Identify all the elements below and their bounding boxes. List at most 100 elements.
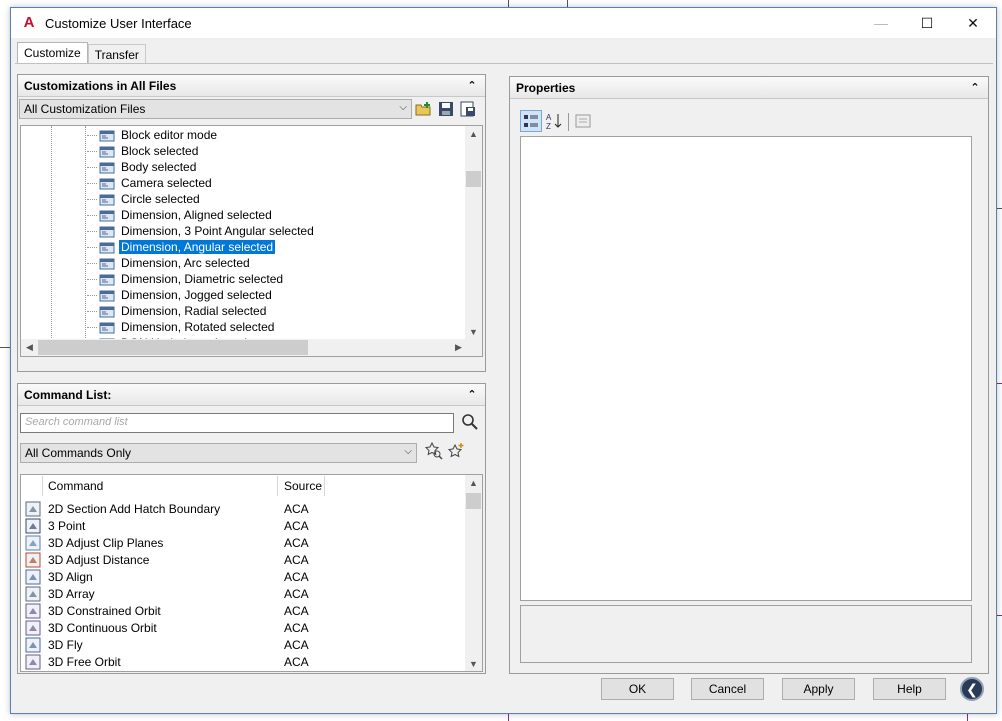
background-line [508, 0, 509, 7]
properties-panel-header: Properties ⌃ [510, 77, 988, 99]
command-name: 3D Adjust Clip Planes [48, 535, 164, 550]
shortcut-menu-icon [99, 226, 115, 237]
sort-alphabetical-icon[interactable]: AZ [543, 110, 565, 132]
tree-item-label: Dimension, Aligned selected [121, 208, 272, 222]
table-row[interactable]: 3D Array ACA [21, 585, 467, 602]
column-divider[interactable] [277, 476, 278, 496]
svg-text:A: A [546, 113, 552, 122]
search-icon[interactable] [461, 413, 479, 431]
column-divider[interactable] [324, 476, 325, 496]
apply-button[interactable]: Apply [782, 678, 855, 700]
collapse-icon[interactable]: ⌃ [465, 388, 479, 401]
load-partial-icon[interactable] [459, 100, 477, 118]
minimize-button[interactable]: — [858, 8, 904, 38]
shortcut-menu-icon [99, 242, 115, 253]
tree-guide-line [51, 126, 52, 356]
command-name: 3D Array [48, 586, 95, 601]
tree-vertical-scrollbar[interactable]: ▲ ▼ [465, 126, 482, 356]
tree-guide-line [85, 126, 86, 356]
table-row[interactable]: 3D Constrained Orbit ACA [21, 602, 467, 619]
tree-connector [87, 278, 97, 280]
command-vertical-scrollbar[interactable]: ▲ ▼ [465, 475, 482, 671]
table-row[interactable]: 3D Fly ACA [21, 636, 467, 653]
scroll-down-icon[interactable]: ▼ [465, 324, 482, 341]
command-table-header: Command Source [21, 475, 467, 497]
tree-item[interactable]: Block selected [87, 143, 200, 159]
tree-item[interactable]: Dimension, Arc selected [87, 255, 252, 271]
autocad-a-icon: A [23, 14, 35, 31]
scrollbar-thumb[interactable] [466, 493, 481, 509]
tree-item[interactable]: Camera selected [87, 175, 214, 191]
command-source: ACA [284, 637, 309, 652]
command-icon [25, 552, 41, 567]
maximize-button[interactable]: ☐ [904, 8, 950, 38]
file-filter-dropdown[interactable]: All Customization Files ⌵ [19, 99, 412, 119]
tree-horizontal-scrollbar[interactable]: ◀ ▶ [21, 339, 467, 356]
help-button[interactable]: Help [873, 678, 946, 700]
tree-connector [87, 214, 97, 216]
tab-content: Customizations in All Files ⌃ All Custom… [15, 63, 993, 674]
tree-item[interactable]: Dimension, Aligned selected [87, 207, 274, 223]
tree-item[interactable]: Dimension, Rotated selected [87, 319, 276, 335]
close-button[interactable]: ✕ [950, 8, 996, 38]
shortcut-menu-icon [99, 162, 115, 173]
command-filter-dropdown[interactable]: All Commands Only ⌵ [20, 443, 417, 463]
tab-transfer[interactable]: Transfer [87, 44, 146, 64]
scroll-up-icon[interactable]: ▲ [465, 475, 482, 492]
tree-item[interactable]: Dimension, Diametric selected [87, 271, 285, 287]
shortcut-menu-icon [99, 274, 115, 285]
scroll-right-icon[interactable]: ▶ [450, 339, 467, 356]
scroll-left-icon[interactable]: ◀ [21, 339, 38, 356]
categorized-view-icon[interactable] [520, 110, 542, 132]
collapse-icon[interactable]: ⌃ [968, 81, 982, 94]
command-icon [25, 654, 41, 669]
tree-item-label: Dimension, Angular selected [117, 239, 277, 255]
command-list-panel-header: Command List: ⌃ [18, 384, 485, 406]
shortcut-menu-icon [99, 146, 115, 157]
tree-item[interactable]: Circle selected [87, 191, 202, 207]
tree-item-label: Dimension, Arc selected [121, 256, 250, 270]
find-command-icon[interactable] [425, 442, 443, 460]
search-placeholder: Search command list [25, 416, 128, 428]
title-bar[interactable]: A Customize User Interface — ☐ ✕ [11, 8, 996, 38]
new-command-icon[interactable] [447, 442, 465, 460]
scroll-up-icon[interactable]: ▲ [465, 126, 482, 143]
open-file-icon[interactable] [415, 100, 433, 118]
tree-item[interactable]: Body selected [87, 159, 198, 175]
table-row[interactable]: 3D Free Orbit ACA [21, 653, 467, 670]
table-row[interactable]: 3D Align ACA [21, 568, 467, 585]
tree-item[interactable]: Dimension, 3 Point Angular selected [87, 223, 316, 239]
table-row[interactable]: 2D Section Add Hatch Boundary ACA [21, 500, 467, 517]
tree-item[interactable]: Dimension, Angular selected [87, 239, 277, 255]
tree-item[interactable]: Dimension, Radial selected [87, 303, 268, 319]
command-source: ACA [284, 552, 309, 567]
command-list-panel: Command List: ⌃ Search command list All … [17, 383, 486, 674]
command-source: ACA [284, 586, 309, 601]
tree-item[interactable]: Dimension, Jogged selected [87, 287, 274, 303]
search-command-input[interactable]: Search command list [20, 413, 454, 433]
chevron-down-icon: ⌵ [399, 102, 407, 113]
tab-customize[interactable]: Customize [17, 42, 88, 64]
table-row[interactable]: 3 Point ACA [21, 517, 467, 534]
shortcut-menu-icon [99, 210, 115, 221]
collapse-icon[interactable]: ⌃ [465, 79, 479, 92]
table-row[interactable]: 3D Adjust Distance ACA [21, 551, 467, 568]
column-header-source[interactable]: Source [284, 479, 322, 493]
tree-item[interactable]: Block editor mode [87, 127, 219, 143]
scrollbar-thumb[interactable] [38, 340, 308, 355]
customizations-panel-header: Customizations in All Files ⌃ [18, 75, 485, 97]
collapse-panel-icon[interactable]: ❮ [960, 677, 984, 701]
table-row[interactable]: 3D Adjust Clip Planes ACA [21, 534, 467, 551]
save-icon[interactable] [437, 100, 455, 118]
tree-item-label: Dimension, Radial selected [121, 304, 267, 318]
table-row[interactable]: 3D Continuous Orbit ACA [21, 619, 467, 636]
ok-button[interactable]: OK [601, 678, 674, 700]
tree-connector [87, 182, 97, 184]
tree-connector [87, 246, 97, 248]
property-grid[interactable] [520, 136, 972, 601]
scroll-down-icon[interactable]: ▼ [465, 656, 482, 671]
property-pages-icon[interactable] [572, 110, 594, 132]
cancel-button[interactable]: Cancel [691, 678, 764, 700]
scrollbar-thumb[interactable] [466, 171, 481, 187]
column-header-command[interactable]: Command [48, 479, 103, 493]
